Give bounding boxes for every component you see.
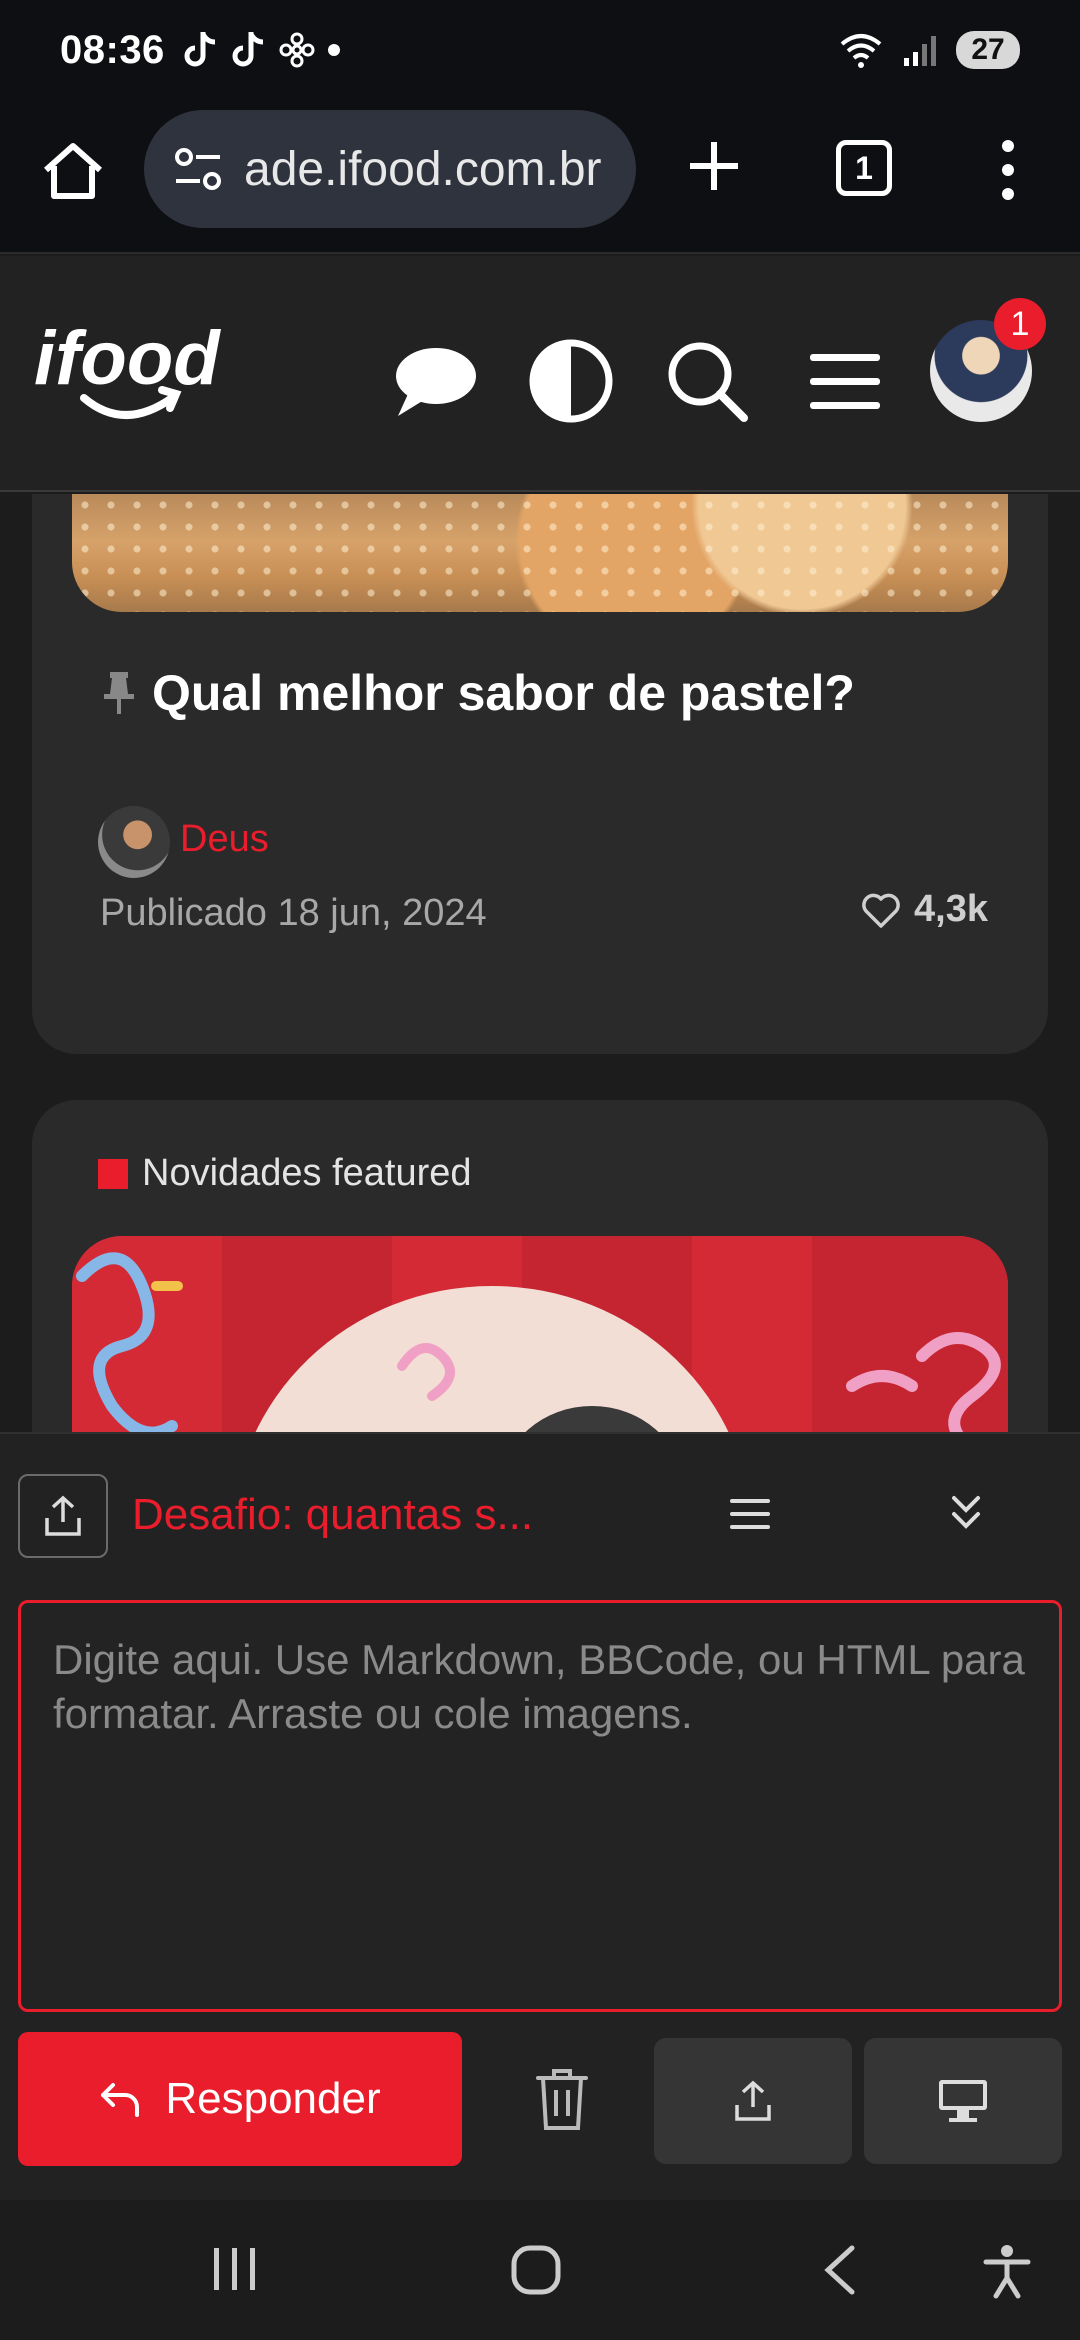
reply-button-label: Responder: [165, 2074, 381, 2123]
category-label[interactable]: Novidades featured: [98, 1152, 472, 1195]
browser-toolbar: ade.ifood.com.br 1: [0, 100, 1080, 254]
tab-switcher-button[interactable]: 1: [836, 140, 892, 196]
battery-indicator: 27: [956, 31, 1020, 69]
theme-toggle-icon[interactable]: [526, 336, 616, 426]
back-nav-icon[interactable]: [820, 2244, 860, 2296]
status-bar: 08:36 27: [0, 0, 1080, 100]
menu-icon[interactable]: [800, 336, 890, 426]
recent-apps-icon[interactable]: [210, 2244, 260, 2294]
system-navigation-bar: [0, 2200, 1080, 2340]
trash-icon[interactable]: [534, 2066, 590, 2132]
more-options-icon[interactable]: [998, 138, 1018, 202]
home-nav-icon[interactable]: [510, 2244, 562, 2296]
new-tab-icon[interactable]: [684, 136, 744, 196]
reply-composer: Desafio: quantas s... Responder: [0, 1432, 1080, 2200]
accessibility-icon[interactable]: [982, 2244, 1032, 2300]
category-color-square: [98, 1158, 128, 1189]
ifood-logo[interactable]: ifood: [30, 306, 250, 436]
collapse-icon[interactable]: [946, 1490, 986, 1538]
flower-icon: [279, 32, 315, 68]
author-avatar[interactable]: [98, 806, 170, 878]
like-count: 4,3k: [914, 888, 988, 930]
desktop-icon: [939, 2080, 987, 2122]
home-icon[interactable]: [38, 136, 108, 206]
status-right: 27: [838, 30, 1020, 70]
composer-menu-icon[interactable]: [728, 1496, 772, 1532]
site-settings-icon[interactable]: [170, 141, 226, 197]
site-header: ifood 1: [0, 256, 1080, 492]
notification-icons: [183, 30, 341, 70]
upload-button[interactable]: [654, 2038, 852, 2164]
notification-badge: 1: [994, 298, 1046, 350]
reply-arrow-icon: [101, 2083, 140, 2117]
pin-icon: [104, 672, 134, 714]
signal-icon: [904, 36, 936, 66]
status-time: 08:36: [60, 27, 165, 72]
dot-icon: [327, 44, 340, 56]
topic-image: [72, 1236, 1008, 1434]
reply-button[interactable]: Responder: [18, 2032, 462, 2166]
wifi-icon: [840, 34, 882, 68]
topic-card[interactable]: Qual melhor sabor de pastel? Deus Public…: [32, 494, 1048, 1054]
preview-button[interactable]: [864, 2038, 1062, 2164]
reply-textarea[interactable]: [18, 1600, 1062, 2012]
tiktok-icon: [184, 32, 215, 67]
featured-illustration: [72, 1236, 1008, 1434]
heart-icon: [862, 893, 900, 928]
like-button[interactable]: 4,3k: [860, 888, 988, 931]
topic-title: Qual melhor sabor de pastel?: [152, 665, 855, 721]
share-icon: [45, 1495, 81, 1536]
reply-topic-title[interactable]: Desafio: quantas s...: [132, 1490, 533, 1540]
author-name[interactable]: Deus: [180, 818, 269, 861]
topic-card[interactable]: Novidades featured: [32, 1100, 1048, 1434]
chat-icon[interactable]: [390, 336, 480, 426]
svg-text:ifood: ifood: [34, 316, 221, 401]
upload-icon: [735, 2080, 771, 2121]
address-bar[interactable]: ade.ifood.com.br: [144, 110, 636, 228]
search-icon[interactable]: [662, 336, 752, 426]
url-text: ade.ifood.com.br: [244, 142, 602, 196]
published-date: Publicado 18 jun, 2024: [100, 892, 487, 934]
share-button[interactable]: [18, 1474, 108, 1558]
topic-title-row[interactable]: Qual melhor sabor de pastel?: [100, 664, 855, 722]
tiktok-icon: [232, 32, 263, 67]
topic-image: [72, 494, 1008, 612]
topic-list: Qual melhor sabor de pastel? Deus Public…: [0, 494, 1080, 1434]
category-name: Novidades featured: [142, 1152, 472, 1194]
